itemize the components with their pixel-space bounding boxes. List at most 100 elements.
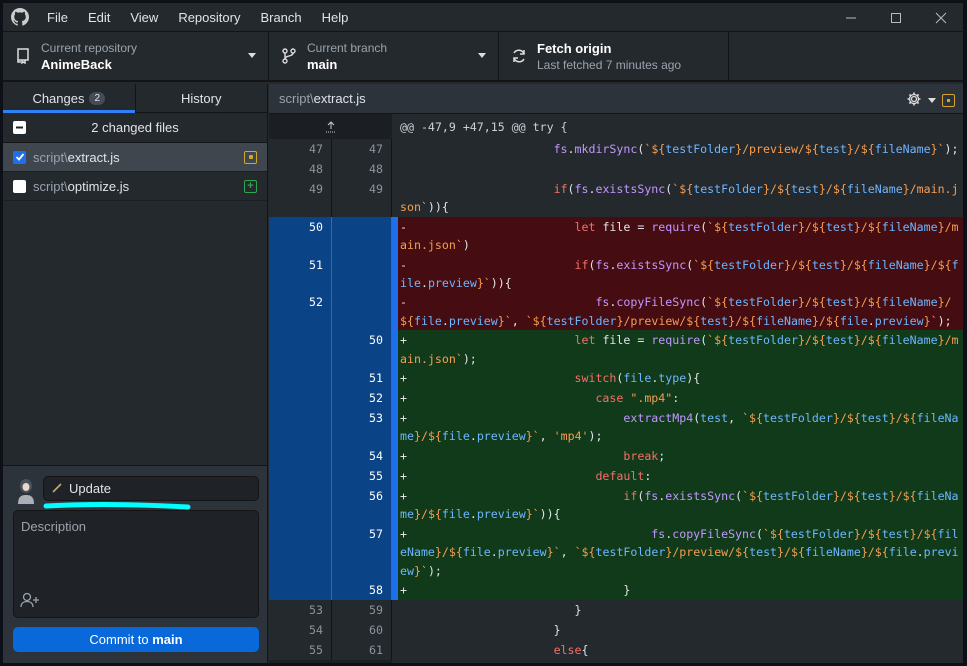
diff-line-added[interactable]: 58 + } — [269, 579, 963, 600]
menu-view[interactable]: View — [120, 10, 168, 25]
diff-line-context[interactable]: 47 47 fs.mkdirSync(`${testFolder}/preview… — [269, 139, 963, 159]
description-placeholder: Description — [21, 519, 87, 534]
code-line: + if(fs.existsSync(`${testFolder}/${test… — [398, 485, 963, 524]
minimize-icon[interactable] — [828, 3, 873, 32]
changed-files-count: 2 changed files — [91, 120, 179, 135]
github-logo-icon — [3, 8, 37, 26]
fetch-label: Fetch origin — [537, 40, 612, 56]
diff-line-added[interactable]: 56 + if(fs.existsSync(`${testFolder}/${te… — [269, 485, 963, 524]
diff-file-dir: script\ — [279, 91, 314, 106]
commit-description-input[interactable]: Description — [13, 510, 259, 618]
old-line-number — [269, 368, 332, 389]
close-icon[interactable] — [918, 3, 963, 32]
file-row-optimize[interactable]: script\optimize.js + — [3, 172, 267, 201]
old-line-number — [269, 330, 332, 369]
menu-repository[interactable]: Repository — [168, 10, 250, 25]
menu-file[interactable]: File — [37, 10, 78, 25]
expand-up-icon[interactable] — [269, 114, 392, 139]
new-line-number: 54 — [332, 445, 392, 466]
code-line: + } — [398, 579, 963, 600]
diff-line-context[interactable]: 53 59 } — [269, 599, 963, 620]
pencil-icon — [52, 481, 63, 496]
new-line-number: 47 — [332, 139, 392, 159]
repo-name: AnimeBack — [41, 56, 112, 72]
sync-icon — [501, 48, 537, 64]
fetch-origin-button[interactable]: Fetch origin Last fetched 7 minutes ago — [499, 32, 729, 80]
old-line-number: 47 — [269, 139, 332, 159]
hunk-footer-text: @@ @@ — [392, 659, 963, 663]
new-line-number: 59 — [332, 599, 392, 620]
changes-count-badge: 2 — [89, 91, 106, 105]
commit-summary-value: Update — [69, 481, 111, 496]
code-line: + default: — [398, 465, 963, 486]
diff-line-deleted[interactable]: 52 - fs.copyFileSync(`${testFolder}/${tes… — [269, 292, 963, 331]
commit-summary-input[interactable]: Update — [43, 476, 259, 501]
diff-file-header: script\extract.js — [269, 84, 963, 114]
menu-branch[interactable]: Branch — [250, 10, 311, 25]
file-row-extract[interactable]: script\extract.js — [3, 143, 267, 172]
code-line: + extractMp4(test, `${testFolder}/${test… — [398, 408, 963, 446]
last-fetched: Last fetched 7 minutes ago — [537, 57, 682, 72]
diff-line-added[interactable]: 54 + break; — [269, 445, 963, 466]
code-line: + fs.copyFileSync(`${testFolder}/${test}… — [398, 523, 963, 580]
diff-line-context[interactable]: 48 48 — [269, 159, 963, 179]
old-line-number: 49 — [269, 179, 332, 217]
changed-files-header: 2 changed files — [3, 113, 267, 143]
code-line: - let file = require(`${testFolder}/${te… — [398, 216, 963, 255]
new-line-number: 61 — [332, 639, 392, 660]
file-name: extract.js — [67, 149, 120, 165]
new-line-number: 56 — [332, 485, 392, 524]
old-line-number — [269, 485, 332, 524]
diff-line-deleted[interactable]: 51 - if(fs.existsSync(`${testFolder}/${te… — [269, 254, 963, 293]
new-line-number: 55 — [332, 465, 392, 486]
menu-bar: File Edit View Repository Branch Help — [3, 3, 963, 32]
current-branch-button[interactable]: Current branch main — [269, 32, 499, 80]
old-line-number — [269, 465, 332, 486]
code-line: } — [398, 599, 963, 620]
diff-line-added[interactable]: 53 + extractMp4(test, `${testFolder}/${te… — [269, 408, 963, 446]
gear-icon[interactable] — [906, 91, 922, 110]
code-line: + case ".mp4": — [398, 388, 963, 409]
expand-down-icon[interactable] — [269, 659, 392, 663]
diff-file-name: extract.js — [313, 91, 366, 106]
file-checkbox[interactable] — [13, 150, 26, 164]
code-line: } — [398, 619, 963, 640]
diff-line-added[interactable]: 51 + switch(file.type){ — [269, 368, 963, 389]
new-line-number: 58 — [332, 579, 392, 600]
menu-help[interactable]: Help — [312, 10, 359, 25]
new-line-number: 48 — [332, 159, 392, 179]
new-line-number: 57 — [332, 523, 392, 580]
diff-line-added[interactable]: 50 + let file = require(`${testFolder}/${… — [269, 330, 963, 369]
file-checkbox[interactable] — [13, 179, 26, 193]
tab-changes[interactable]: Changes 2 — [3, 84, 135, 113]
tab-history[interactable]: History — [134, 84, 268, 112]
branch-icon — [271, 48, 307, 64]
chevron-down-icon[interactable] — [928, 98, 936, 103]
branch-name: main — [307, 56, 338, 72]
maximize-icon[interactable] — [873, 3, 918, 32]
branch-label: Current branch — [307, 40, 388, 55]
diff-line-added[interactable]: 52 + case ".mp4": — [269, 388, 963, 409]
add-coauthor-icon[interactable] — [20, 592, 40, 611]
menu-edit[interactable]: Edit — [78, 10, 120, 25]
new-line-number — [332, 216, 392, 255]
diff-line-context[interactable]: 49 49 if(fs.existsSync(`${testFolder}/${t… — [269, 179, 963, 217]
diff-line-context[interactable]: 55 61 else{ — [269, 639, 963, 660]
old-line-number — [269, 445, 332, 466]
diff-line-context[interactable]: 54 60 } — [269, 619, 963, 640]
code-line: + let file = require(`${testFolder}/${te… — [398, 330, 963, 369]
old-line-number: 51 — [269, 254, 332, 293]
diff-line-added[interactable]: 55 + default: — [269, 465, 963, 486]
file-dir: script\ — [33, 178, 68, 194]
commit-panel: Update Description Commit to main — [3, 465, 267, 663]
new-line-number: 60 — [332, 619, 392, 640]
old-line-number — [269, 579, 332, 600]
new-line-number: 53 — [332, 408, 392, 446]
avatar — [16, 478, 36, 504]
diff-line-deleted[interactable]: 50 - let file = require(`${testFolder}/${… — [269, 216, 963, 255]
code-line: + switch(file.type){ — [398, 368, 963, 389]
current-repository-button[interactable]: Current repository AnimeBack — [3, 32, 269, 80]
commit-button[interactable]: Commit to main — [13, 627, 259, 652]
old-line-number: 54 — [269, 619, 332, 640]
diff-line-added[interactable]: 57 + fs.copyFileSync(`${testFolder}/${tes… — [269, 523, 963, 580]
